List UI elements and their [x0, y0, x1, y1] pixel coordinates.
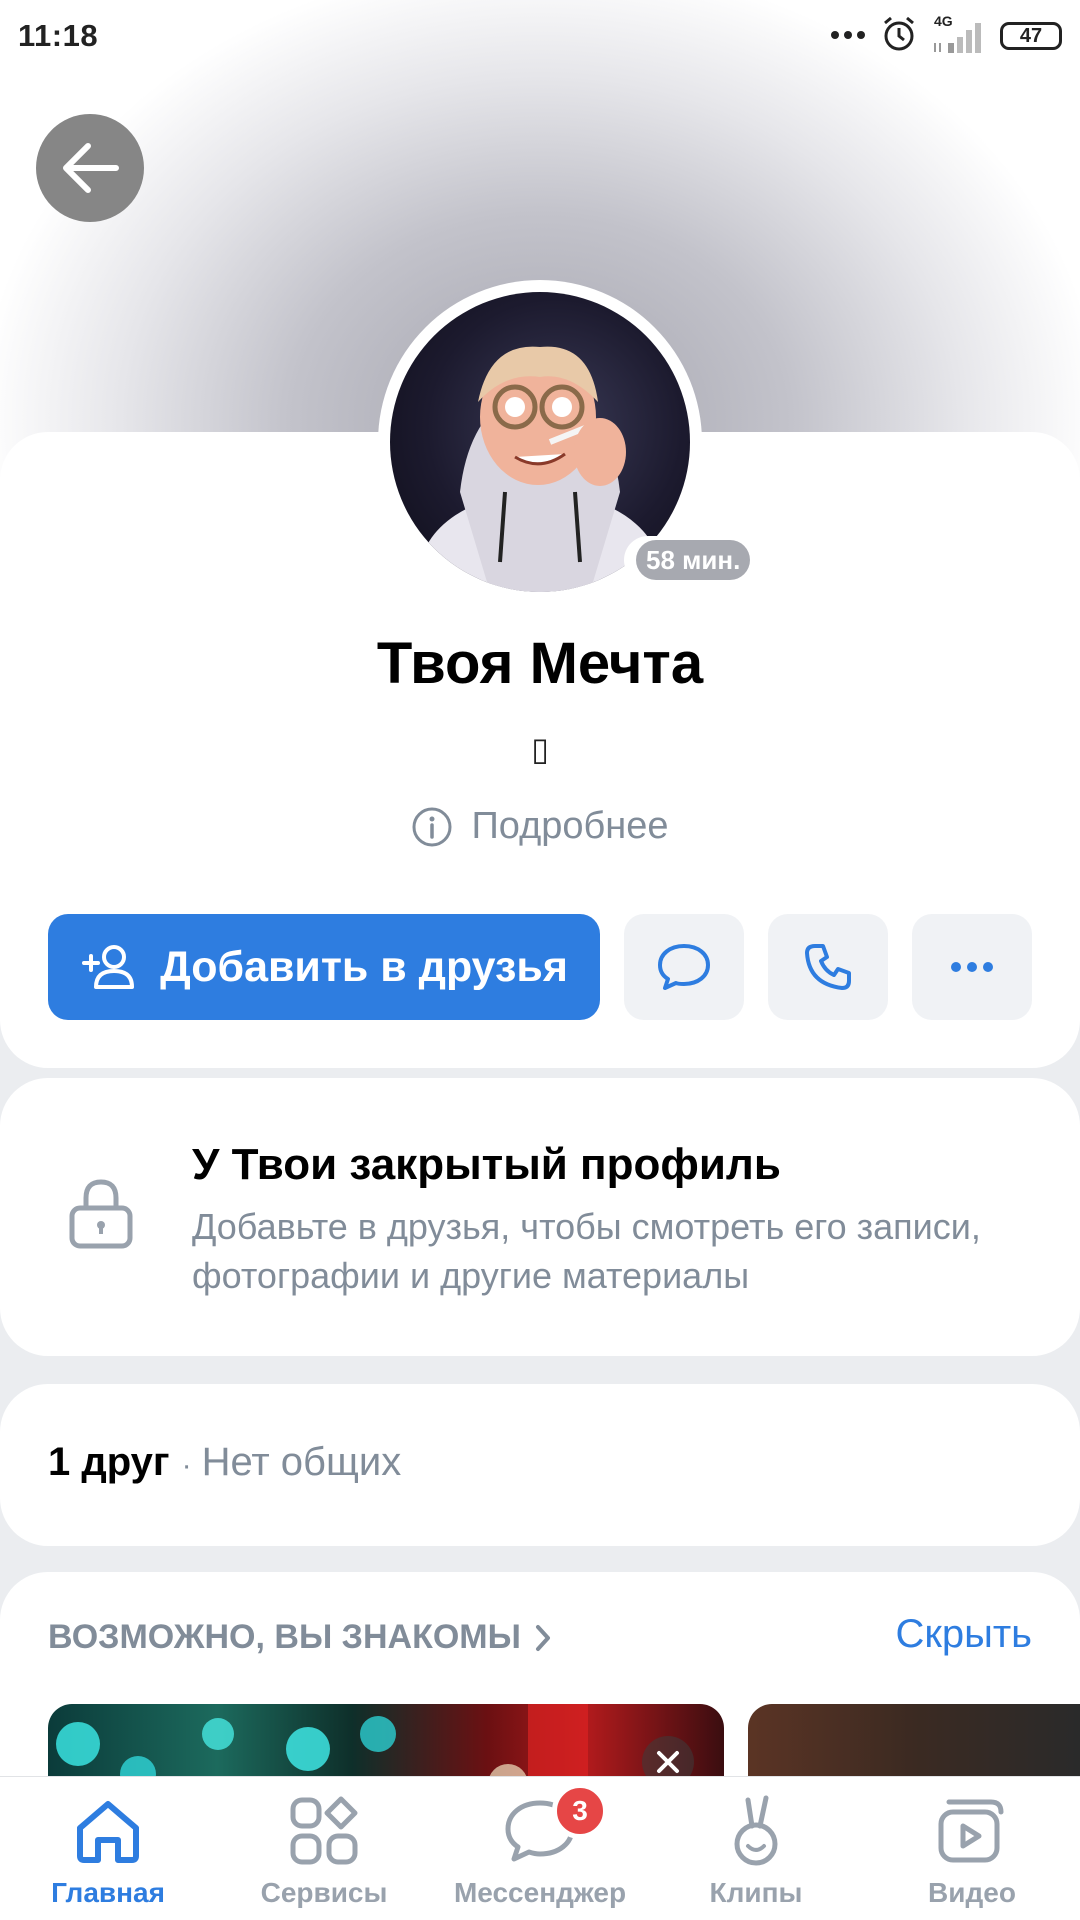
suggestions-title[interactable]: ВОЗМОЖНО, ВЫ ЗНАКОМЫ [48, 1618, 551, 1657]
status-time: 11:18 [18, 18, 99, 53]
message-icon [658, 944, 710, 990]
status-bar: 11:18 4G 47 [0, 0, 1080, 72]
nav-messenger[interactable]: 3 Мессенджер [432, 1777, 648, 1920]
add-friend-button[interactable]: Добавить в друзья [48, 914, 600, 1020]
bottom-navigation: Главная Сервисы 3 Мессенджер Клипы Видео [0, 1776, 1080, 1920]
message-button[interactable] [624, 914, 744, 1020]
status-icons: 4G 47 [830, 13, 1062, 58]
arrow-left-icon [63, 143, 119, 193]
nav-services-label: Сервисы [260, 1877, 388, 1908]
more-icon [951, 962, 993, 972]
back-button[interactable] [36, 114, 144, 222]
suggestions-title-label: ВОЗМОЖНО, ВЫ ЗНАКОМЫ [48, 1618, 521, 1656]
more-notifications-icon [830, 27, 866, 45]
nav-home-label: Главная [51, 1877, 165, 1908]
add-friend-label: Добавить в друзья [160, 942, 568, 991]
clips-icon [726, 1791, 786, 1871]
nav-services[interactable]: Сервисы [216, 1777, 432, 1920]
nav-home[interactable]: Главная [0, 1777, 216, 1920]
friends-summary[interactable]: 1 друг · Нет общих [48, 1440, 401, 1485]
details-link[interactable]: Подробнее [0, 805, 1080, 848]
more-button[interactable] [912, 914, 1032, 1020]
home-icon [72, 1791, 144, 1871]
alarm-icon [880, 15, 918, 58]
nav-messenger-label: Мессенджер [453, 1877, 627, 1908]
nav-clips[interactable]: Клипы [648, 1777, 864, 1920]
phone-icon [805, 944, 851, 990]
profile-actions: Добавить в друзья [48, 914, 1032, 1020]
mutual-friends: Нет общих [201, 1440, 402, 1484]
nav-video-label: Видео [928, 1877, 1016, 1908]
add-user-icon [82, 945, 135, 989]
details-link-label: Подробнее [471, 805, 669, 847]
nav-clips-label: Клипы [709, 1877, 803, 1908]
services-icon [289, 1791, 359, 1871]
closed-profile-description: Добавьте в друзья, чтобы смотреть его за… [192, 1206, 981, 1296]
network-label: 4G [934, 13, 953, 29]
close-icon [657, 1751, 679, 1773]
profile-name: Твоя Мечта [376, 631, 704, 696]
online-time-text: 58 мин. [636, 540, 751, 580]
friends-separator: · [181, 1449, 192, 1482]
video-icon [937, 1791, 1007, 1871]
hide-suggestions-button[interactable]: Скрыть [895, 1612, 1032, 1657]
messenger-unread-badge: 3 [552, 1783, 608, 1839]
closed-profile-title: У Твои закрытый профиль [192, 1140, 781, 1189]
battery-indicator: 47 [1000, 22, 1062, 50]
friends-count: 1 друг [48, 1440, 170, 1484]
nav-video[interactable]: Видео [864, 1777, 1080, 1920]
call-button[interactable] [768, 914, 888, 1020]
info-icon [412, 807, 452, 846]
chevron-right-icon [535, 1624, 550, 1651]
signal-icon: 4G [932, 13, 986, 53]
online-time-badge: 58 мин. [624, 536, 763, 584]
profile-status: ▯ [531, 731, 549, 767]
lock-icon [66, 1176, 136, 1255]
